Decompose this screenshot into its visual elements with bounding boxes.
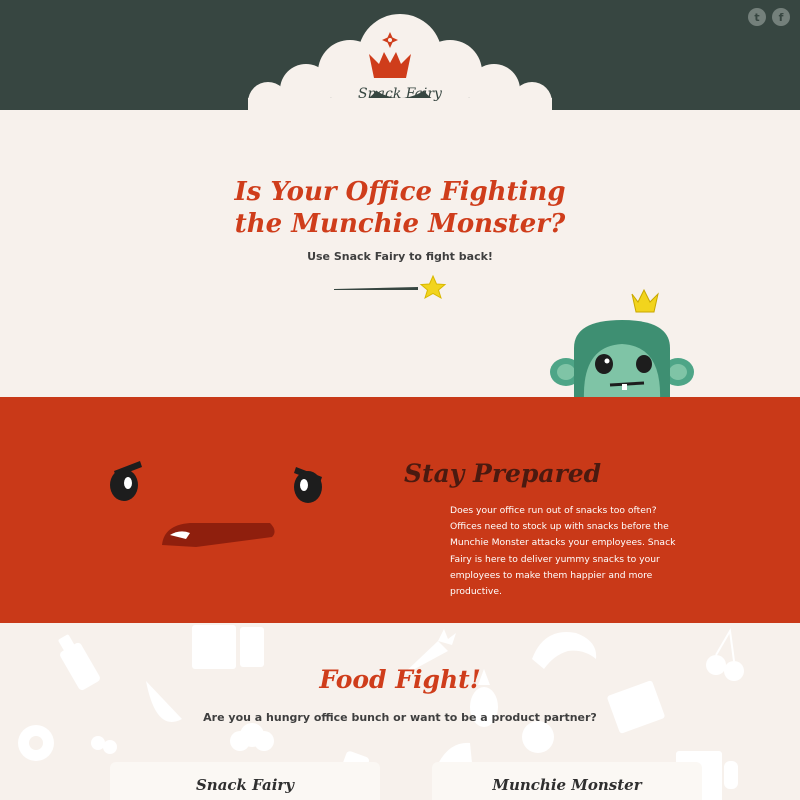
hero-subtitle: Use Snack Fairy to fight back! [307, 250, 493, 263]
milk-carton-icon [192, 625, 264, 669]
hero-title-line-1: Is Your Office Fighting [234, 177, 566, 207]
social-links: t f [748, 8, 790, 26]
watermelon-icon [146, 681, 182, 722]
munchie-monster-card[interactable]: Munchie Monster [432, 762, 702, 800]
munchie-monster-face-icon [110, 461, 322, 547]
food-fight-section: Food Fight! Are you a hungry office bunc… [0, 623, 800, 800]
munchie-monster-card-title: Munchie Monster [492, 776, 642, 794]
facebook-icon[interactable]: f [772, 8, 790, 26]
hero-title: Is Your Office Fighting the Munchie Mons… [200, 176, 600, 240]
twitter-icon[interactable]: t [748, 8, 766, 26]
stay-prepared-title: Stay Prepared [404, 459, 602, 488]
donut-icon [18, 725, 54, 761]
magic-wand-icon [334, 274, 447, 300]
monkey-monster-icon [550, 288, 694, 397]
chocolate-bar-icon [607, 680, 665, 734]
bottle-icon [58, 634, 100, 691]
snack-fairy-card[interactable]: Snack Fairy [110, 762, 380, 800]
crown-logo-icon[interactable] [366, 32, 414, 84]
brand-name[interactable]: Snack Fairy [340, 86, 460, 102]
snack-fairy-card-title: Snack Fairy [195, 776, 295, 794]
stay-prepared-section: Stay Prepared Does your office run out o… [0, 397, 800, 623]
cherries-icon [706, 627, 744, 681]
food-fight-title: Food Fight! [319, 665, 481, 694]
croissant-icon [532, 632, 597, 669]
stay-prepared-text: Does your office run out of snacks too o… [450, 505, 676, 598]
food-fight-subtitle: Are you a hungry office bunch or want to… [203, 711, 597, 724]
hero-section: Is Your Office Fighting the Munchie Mons… [0, 110, 800, 397]
hero-title-line-2: the Munchie Monster? [234, 209, 566, 239]
landing-page: t f Snack Fairy Is Your Office Fighting … [0, 0, 800, 800]
